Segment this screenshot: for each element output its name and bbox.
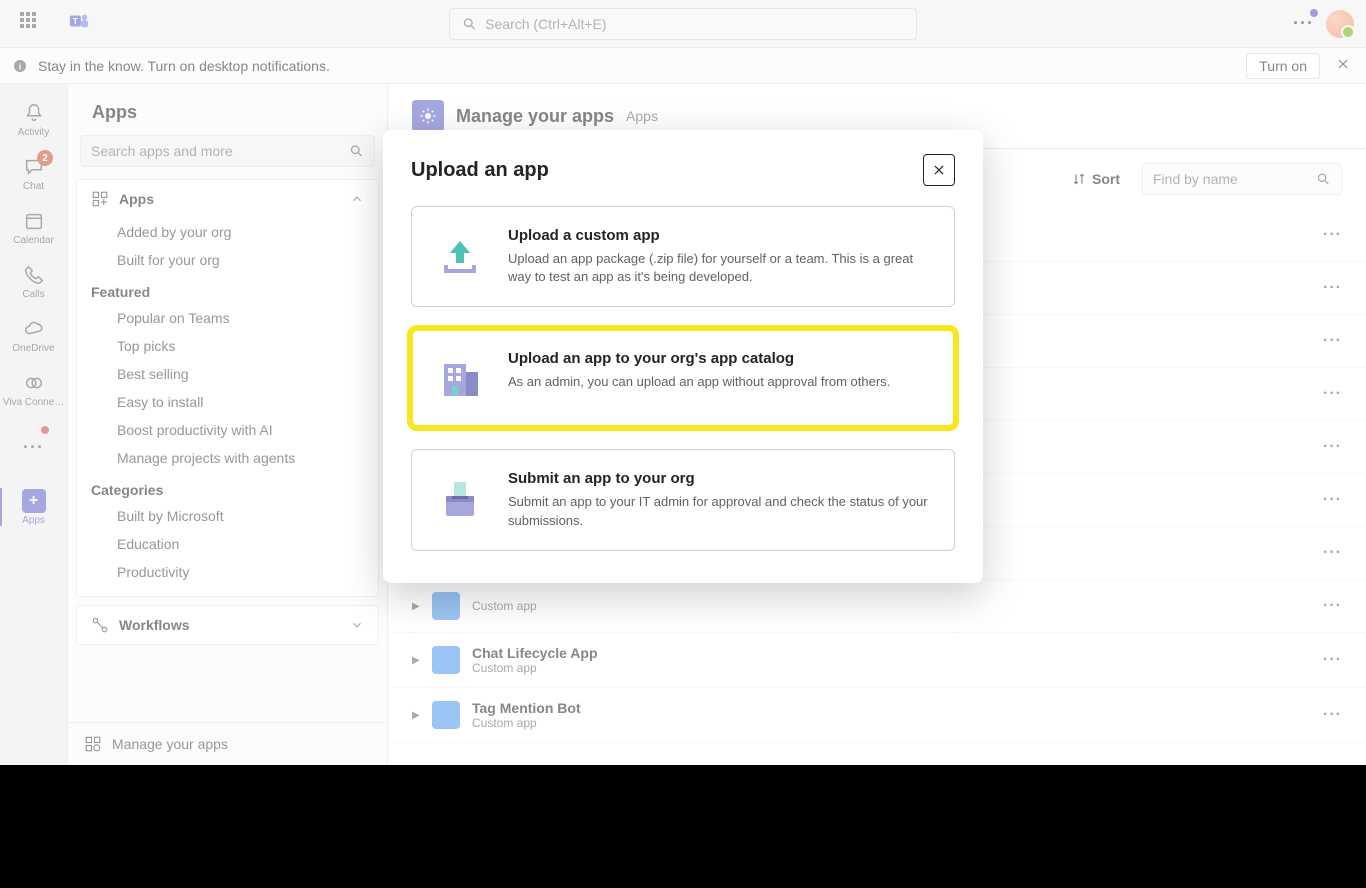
card-title: Upload a custom app <box>508 227 934 244</box>
submit-icon <box>432 470 488 526</box>
modal-overlay[interactable]: Upload an app Upload a custom app Upload… <box>0 0 1366 765</box>
card-desc: As an admin, you can upload an app witho… <box>508 373 890 391</box>
submit-app-card[interactable]: Submit an app to your org Submit an app … <box>411 449 955 550</box>
dialog-close-button[interactable] <box>923 154 955 186</box>
upload-org-catalog-card[interactable]: Upload an app to your org's app catalog … <box>411 329 955 427</box>
upload-icon <box>432 227 488 283</box>
dialog-title: Upload an app <box>411 159 549 182</box>
card-title: Submit an app to your org <box>508 470 934 487</box>
upload-app-dialog: Upload an app Upload a custom app Upload… <box>383 130 983 583</box>
card-desc: Upload an app package (.zip file) for yo… <box>508 250 934 286</box>
building-icon <box>432 350 488 406</box>
card-title: Upload an app to your org's app catalog <box>508 350 890 367</box>
upload-custom-app-card[interactable]: Upload a custom app Upload an app packag… <box>411 206 955 307</box>
close-icon <box>932 163 946 177</box>
card-desc: Submit an app to your IT admin for appro… <box>508 493 934 529</box>
